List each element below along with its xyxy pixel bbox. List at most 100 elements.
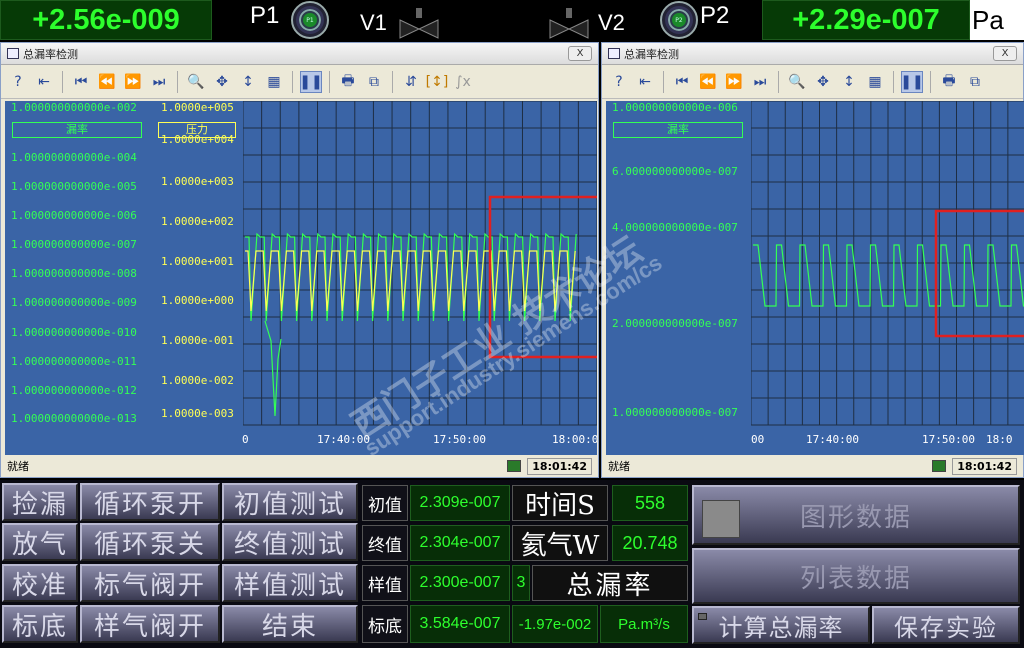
x-tick-label: 17:50:00: [922, 433, 975, 446]
valve-v1-icon[interactable]: [398, 8, 440, 40]
status-time: 18:01:42: [952, 457, 1017, 475]
formula-icon[interactable]: ∫x: [452, 71, 474, 93]
initial-test-button[interactable]: 初值测试: [222, 483, 358, 521]
right-status-bar: 就绪 18:01:42: [602, 455, 1023, 477]
last-icon[interactable]: ⏭: [749, 71, 771, 93]
right-window-titlebar[interactable]: 总漏率检测 X: [602, 43, 1023, 65]
time-value: 558: [612, 485, 688, 521]
toolbar-separator: [392, 70, 393, 93]
gauge-p1-text: P1: [303, 13, 317, 27]
export-icon[interactable]: ⇤: [634, 71, 656, 93]
p2-value-display: +2.29e-007: [762, 0, 970, 40]
close-button[interactable]: X: [568, 46, 592, 61]
leak-axis-tick-label: 6.000000000000e-007: [612, 165, 738, 178]
graph-data-button[interactable]: 图形数据: [692, 485, 1020, 545]
status-text: 就绪: [7, 460, 29, 473]
leak-axis-tick-label: 1.000000000000e-007: [11, 238, 137, 251]
leak-axis-tick-label: 1.000000000000e-006: [11, 209, 137, 222]
first-icon[interactable]: ⏮: [70, 71, 92, 93]
baseline-button[interactable]: 标底: [2, 605, 78, 643]
help-icon[interactable]: ?: [608, 71, 630, 93]
cursor-icon[interactable]: ⇵: [400, 71, 422, 93]
right-window-title: 总漏率检测: [624, 47, 679, 61]
zoom-icon[interactable]: 🔍: [185, 71, 207, 93]
left-plot-area[interactable]: 1.000000000000e-002 1.000000000000e-004 1.…: [5, 101, 597, 455]
reset-icon[interactable]: ▦: [864, 71, 886, 93]
pressure-axis-tick-label: 1.0000e+001: [161, 255, 234, 268]
legend-pressure: 压力: [158, 122, 236, 138]
scale-icon[interactable]: ↕: [237, 71, 259, 93]
scale-icon[interactable]: ↕: [838, 71, 860, 93]
forward-icon[interactable]: ⏩: [723, 71, 745, 93]
monitor-icon: [932, 460, 947, 472]
zoom-icon[interactable]: 🔍: [786, 71, 808, 93]
forward-icon[interactable]: ⏩: [122, 71, 144, 93]
final-value: 2.304e-007: [410, 525, 510, 561]
pump-off-button[interactable]: 循环泵关: [80, 523, 220, 561]
calc-total-leak-button[interactable]: 计算总漏率: [692, 606, 870, 644]
print-icon[interactable]: 🖶: [938, 71, 960, 93]
pressure-axis-tick-label: 1.0000e+003: [161, 175, 234, 188]
valve-v2-icon[interactable]: [548, 8, 590, 40]
leak-axis-tick-label: 1.000000000000e-004: [11, 151, 137, 164]
print-icon[interactable]: 🖶: [337, 71, 359, 93]
graph-swatch-icon: [702, 500, 740, 538]
leak-axis-tick-label: 1.000000000000e-013: [11, 412, 137, 425]
toolbar-separator: [663, 70, 664, 93]
left-window-titlebar[interactable]: 总漏率检测 X: [1, 43, 598, 65]
pan-icon[interactable]: ✥: [812, 71, 834, 93]
list-data-button[interactable]: 列表数据: [692, 548, 1020, 604]
export-icon[interactable]: ⇤: [33, 71, 55, 93]
leak-axis-tick-label: 1.000000000000e-011: [11, 355, 137, 368]
std-gas-valve-button[interactable]: 标气阀开: [80, 564, 220, 602]
pressure-axis-tick-label: 1.0000e+000: [161, 294, 234, 307]
save-experiment-button[interactable]: 保存实验: [872, 606, 1020, 644]
right-trend-chart[interactable]: [751, 101, 1024, 455]
close-button[interactable]: X: [993, 46, 1017, 61]
leak-axis-tick-label: 1.000000000000e-012: [11, 384, 137, 397]
legend-leak: 漏率: [613, 122, 743, 138]
calibrate-button[interactable]: 校准: [2, 564, 78, 602]
reset-icon[interactable]: ▦: [263, 71, 285, 93]
right-plot-area[interactable]: 1.000000000000e-006 6.000000000000e-007 4.…: [606, 101, 1024, 455]
pressure-axis-tick-label: 1.0000e+002: [161, 215, 234, 228]
leak-check-button[interactable]: 捡漏: [2, 483, 78, 521]
p1-gauge-icon[interactable]: P1: [291, 1, 329, 39]
left-status-bar: 就绪 18:01:42: [1, 455, 598, 477]
sample-label: 样值: [362, 565, 408, 601]
pump-on-button[interactable]: 循环泵开: [80, 483, 220, 521]
first-icon[interactable]: ⏮: [671, 71, 693, 93]
pan-icon[interactable]: ✥: [211, 71, 233, 93]
left-toolbar: ? ⇤ ⏮ ⏪ ⏩ ⏭ 🔍 ✥ ↕ ▦ ❚❚ 🖶 ⧉ ⇵ [↕] ∫x: [1, 65, 598, 99]
end-button[interactable]: 结束: [222, 605, 358, 643]
rewind-icon[interactable]: ⏪: [697, 71, 719, 93]
p2-gauge-icon[interactable]: P2: [660, 1, 698, 39]
bracket-icon[interactable]: [↕]: [426, 71, 449, 93]
time-label: 时间S: [512, 485, 608, 521]
copy-icon[interactable]: ⧉: [964, 71, 986, 93]
gauge-p2-text: P2: [672, 13, 686, 27]
leak-axis-tick-label: 1.000000000000e-002: [11, 101, 137, 114]
indicator-icon: [698, 613, 707, 620]
vent-button[interactable]: 放气: [2, 523, 78, 561]
calc-total-leak-label: 计算总漏率: [718, 613, 844, 642]
sample-test-button[interactable]: 样值测试: [222, 564, 358, 602]
sample-valve-button[interactable]: 样气阀开: [80, 605, 220, 643]
toolbar-separator: [778, 70, 779, 93]
p1-label: P1: [250, 2, 280, 29]
rewind-icon[interactable]: ⏪: [96, 71, 118, 93]
last-icon[interactable]: ⏭: [148, 71, 170, 93]
pressure-axis-tick-label: 1.0000e-001: [161, 334, 234, 347]
pause-icon[interactable]: ❚❚: [299, 70, 323, 93]
final-label: 终值: [362, 525, 408, 561]
pause-icon[interactable]: ❚❚: [900, 70, 924, 93]
status-time: 18:01:42: [527, 457, 592, 475]
final-test-button[interactable]: 终值测试: [222, 523, 358, 561]
help-icon[interactable]: ?: [7, 71, 29, 93]
leak-axis-tick-label: 1.000000000000e-005: [11, 180, 137, 193]
total-leak-label: 总漏率: [532, 565, 688, 601]
x-tick-label: 0: [242, 433, 249, 446]
toolbar-separator: [292, 70, 293, 93]
right-toolbar: ? ⇤ ⏮ ⏪ ⏩ ⏭ 🔍 ✥ ↕ ▦ ❚❚ 🖶 ⧉: [602, 65, 1023, 99]
copy-icon[interactable]: ⧉: [363, 71, 385, 93]
